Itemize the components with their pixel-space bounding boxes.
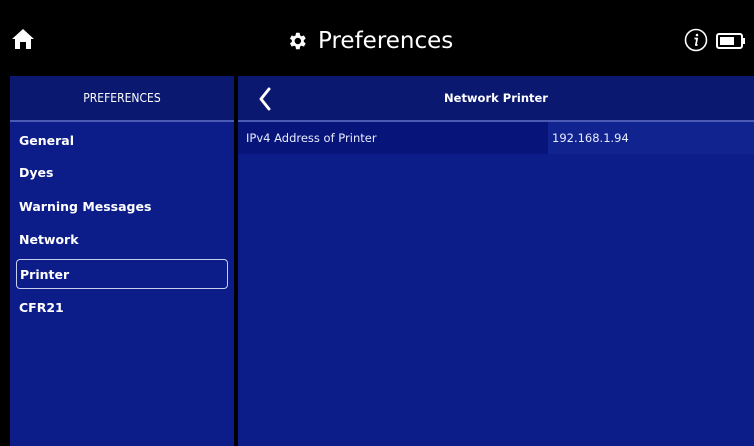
setting-label: IPv4 Address of Printer [238,122,548,154]
sidebar-item-network[interactable]: Network [16,225,228,253]
sidebar-item-warning-messages[interactable]: Warning Messages [16,192,228,220]
sidebar-item-cfr21[interactable]: CFR21 [16,293,228,321]
sidebar-item-printer[interactable]: Printer [16,259,228,289]
panel-header: Network Printer [238,76,754,122]
sidebar-header: PREFERENCES [10,76,234,122]
sidebar-item-label: Printer [20,266,70,282]
sidebar-item-label: Warning Messages [19,198,152,214]
sidebar-item-dyes[interactable]: Dyes [16,158,228,186]
info-icon[interactable] [684,28,708,52]
battery-icon [716,33,745,49]
page-title: Preferences [286,24,453,58]
sidebar-item-label: CFR21 [19,299,64,315]
gear-icon [289,32,306,50]
panel-title: Network Printer [444,91,548,105]
sidebar-item-label: Dyes [19,164,54,180]
sidebar-item-general[interactable]: General [16,126,228,154]
main-panel: Network Printer IPv4 Address of Printer … [238,76,754,446]
title-text: Preferences [318,28,454,54]
top-bar: Preferences [0,0,754,76]
sidebar: PREFERENCES General Dyes Warning Message… [10,76,234,446]
ipv4-address-field[interactable]: 192.168.1.94 [548,122,754,154]
sidebar-heading: PREFERENCES [83,91,161,105]
sidebar-item-label: Network [19,231,79,247]
home-icon[interactable] [10,27,36,51]
setting-row-ipv4[interactable]: IPv4 Address of Printer 192.168.1.94 [238,122,754,154]
chevron-left-icon[interactable] [258,87,272,111]
content-area: PREFERENCES General Dyes Warning Message… [0,76,754,446]
sidebar-item-label: General [19,132,74,148]
